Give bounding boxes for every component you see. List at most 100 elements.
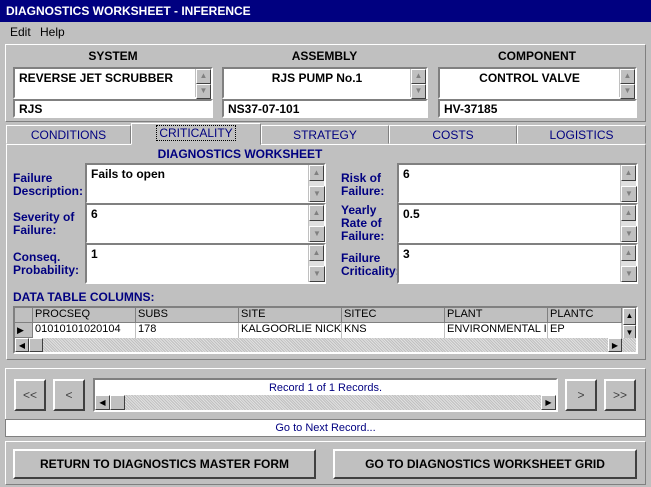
assembly-code-text: NS37-07-101 <box>228 102 300 116</box>
conseq-probability-scrollbar[interactable]: ▲ ▼ <box>308 245 325 282</box>
component-name-text: CONTROL VALVE <box>479 71 580 85</box>
record-scrollbar[interactable]: ◀ ▶ <box>95 395 556 410</box>
scroll-down-icon[interactable]: ▼ <box>411 84 426 99</box>
row-selector-icon[interactable]: ▶ <box>15 323 33 338</box>
scroll-up-icon[interactable]: ▲ <box>196 69 211 84</box>
failure-description-field[interactable]: Fails to open ▲ ▼ <box>85 163 326 204</box>
risk-of-failure-field[interactable]: 6 ▲ ▼ <box>397 163 638 204</box>
cell-plant[interactable]: ENVIRONMENTAL I <box>445 323 548 338</box>
scroll-left-icon[interactable]: ◀ <box>95 395 110 410</box>
scroll-up-icon[interactable]: ▲ <box>309 205 324 221</box>
scroll-down-icon[interactable]: ▼ <box>621 226 637 242</box>
tab-criticality[interactable]: CRITICALITY <box>131 123 261 145</box>
assembly-name-text: RJS PUMP No.1 <box>271 71 363 85</box>
cell-site[interactable]: KALGOORLIE NICKI <box>239 323 342 338</box>
scroll-down-icon[interactable]: ▼ <box>620 84 635 99</box>
component-code-field[interactable]: HV-37185 <box>438 99 637 118</box>
failure-description-text: Fails to open <box>91 167 166 181</box>
record-status-field: Record 1 of 1 Records. ◀ ▶ <box>93 378 558 412</box>
scroll-down-icon[interactable]: ▼ <box>196 84 211 99</box>
conseq-probability-text: 1 <box>91 247 98 261</box>
next-record-button[interactable]: > <box>565 379 597 411</box>
cell-procseq[interactable]: 01010101020104 <box>33 323 136 338</box>
last-record-button[interactable]: >> <box>604 379 636 411</box>
grid-vscrollbar[interactable]: ▲ ▼ <box>622 308 636 342</box>
scroll-down-icon[interactable]: ▼ <box>309 266 325 282</box>
tab-costs[interactable]: COSTS <box>389 125 517 144</box>
column-header-procseq[interactable]: PROCSEQ <box>33 308 136 323</box>
scroll-up-icon[interactable]: ▲ <box>309 245 324 261</box>
severity-field[interactable]: 6 ▲ ▼ <box>85 203 326 244</box>
scroll-down-icon[interactable]: ▼ <box>621 186 637 202</box>
component-label: COMPONENT <box>498 49 576 63</box>
assembly-code-field[interactable]: NS37-07-101 <box>222 99 428 118</box>
column-header-sitec[interactable]: SITEC <box>342 308 445 323</box>
system-label: SYSTEM <box>88 49 138 63</box>
cell-subs[interactable]: 178 <box>136 323 239 338</box>
scroll-right-icon[interactable]: ▶ <box>541 395 556 410</box>
scroll-right-icon[interactable]: ▶ <box>608 338 622 352</box>
component-name-scrollbar[interactable]: ▲ ▼ <box>619 69 635 99</box>
column-header-site[interactable]: SITE <box>239 308 342 323</box>
system-name-text: REVERSE JET SCRUBBER <box>19 71 174 85</box>
system-name-scrollbar[interactable]: ▲ ▼ <box>195 69 211 99</box>
scroll-down-icon[interactable]: ▼ <box>309 226 325 242</box>
grid-hscrollbar[interactable]: ◀ ▶ <box>15 338 636 352</box>
window-title: DIAGNOSTICS WORKSHEET - INFERENCE <box>0 0 651 22</box>
yearly-rate-scrollbar[interactable]: ▲ ▼ <box>620 205 637 242</box>
yearly-rate-field[interactable]: 0.5 ▲ ▼ <box>397 203 638 244</box>
column-header-plant[interactable]: PLANT <box>445 308 548 323</box>
severity-label: Severity of Failure: <box>13 210 75 237</box>
component-code-text: HV-37185 <box>444 102 498 116</box>
data-grid[interactable]: PROCSEQ SUBS SITE SITEC PLANT PLANTC ▶ 0… <box>13 306 638 354</box>
system-code-field[interactable]: RJS <box>13 99 213 118</box>
failure-criticality-text: 3 <box>403 247 410 261</box>
column-header-subs[interactable]: SUBS <box>136 308 239 323</box>
system-name-field[interactable]: REVERSE JET SCRUBBER ▲ ▼ <box>13 67 213 99</box>
tab-conditions[interactable]: CONDITIONS <box>6 125 131 144</box>
severity-text: 6 <box>91 207 98 221</box>
component-name-field[interactable]: CONTROL VALVE ▲ ▼ <box>438 67 637 99</box>
previous-record-button[interactable]: < <box>53 379 85 411</box>
go-to-worksheet-grid-button[interactable]: GO TO DIAGNOSTICS WORKSHEET GRID <box>333 449 637 479</box>
worksheet-title: DIAGNOSTICS WORKSHEET <box>157 147 323 161</box>
failure-description-label: Failure Description: <box>13 171 84 198</box>
scroll-up-icon[interactable]: ▲ <box>621 205 636 221</box>
system-code-text: RJS <box>19 102 43 116</box>
scroll-up-icon[interactable]: ▲ <box>623 308 636 325</box>
record-status-text: Record 1 of 1 Records. <box>268 382 383 394</box>
tab-criticality-label: CRITICALITY <box>156 125 236 141</box>
menu-bar: Edit Help <box>0 22 651 42</box>
status-hint: Go to Next Record... <box>5 419 646 437</box>
scroll-down-icon[interactable]: ▼ <box>309 186 325 202</box>
failure-criticality-label: Failure Criticality: <box>341 251 400 278</box>
scroll-up-icon[interactable]: ▲ <box>309 165 324 181</box>
yearly-rate-label: Yearly Rate of Failure: <box>341 203 385 243</box>
assembly-name-field[interactable]: RJS PUMP No.1 ▲ ▼ <box>222 67 428 99</box>
scroll-up-icon[interactable]: ▲ <box>621 245 636 261</box>
tab-logistics[interactable]: LOGISTICS <box>517 125 646 144</box>
scroll-left-icon[interactable]: ◀ <box>15 338 29 352</box>
scroll-down-icon[interactable]: ▼ <box>621 266 637 282</box>
scroll-up-icon[interactable]: ▲ <box>620 69 635 84</box>
menu-help[interactable]: Help <box>40 22 65 42</box>
failure-criticality-field[interactable]: 3 ▲ ▼ <box>397 243 638 284</box>
severity-scrollbar[interactable]: ▲ ▼ <box>308 205 325 242</box>
risk-of-failure-scrollbar[interactable]: ▲ ▼ <box>620 165 637 202</box>
scroll-up-icon[interactable]: ▲ <box>621 165 636 181</box>
cell-plantc[interactable]: EP <box>548 323 622 338</box>
column-header-plantc[interactable]: PLANTC <box>548 308 622 323</box>
conseq-probability-field[interactable]: 1 ▲ ▼ <box>85 243 326 284</box>
scroll-thumb[interactable] <box>29 338 43 352</box>
first-record-button[interactable]: << <box>14 379 46 411</box>
scroll-up-icon[interactable]: ▲ <box>411 69 426 84</box>
conseq-probability-label: Conseq. Probability: <box>13 250 80 277</box>
tab-strategy[interactable]: STRATEGY <box>261 125 389 144</box>
menu-edit[interactable]: Edit <box>10 22 31 42</box>
return-master-form-button[interactable]: RETURN TO DIAGNOSTICS MASTER FORM <box>13 449 316 479</box>
assembly-name-scrollbar[interactable]: ▲ ▼ <box>410 69 426 99</box>
failure-criticality-scrollbar[interactable]: ▲ ▼ <box>620 245 637 282</box>
cell-sitec[interactable]: KNS <box>342 323 445 338</box>
failure-description-scrollbar[interactable]: ▲ ▼ <box>308 165 325 202</box>
scroll-thumb[interactable] <box>110 395 125 410</box>
